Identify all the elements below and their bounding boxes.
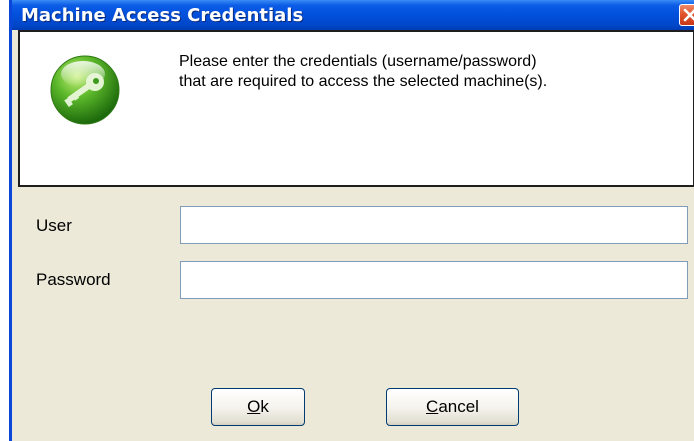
cancel-button-label: ancel <box>438 397 479 416</box>
cancel-button[interactable]: Cancel <box>386 388 519 426</box>
password-label: Password <box>36 270 111 289</box>
title-bar[interactable]: Machine Access Credentials <box>12 0 694 30</box>
header-message: Please enter the credentials (username/p… <box>179 52 689 92</box>
ok-button-label: k <box>260 397 269 416</box>
close-button[interactable] <box>679 4 694 26</box>
close-icon <box>683 8 694 22</box>
password-input[interactable] <box>180 261 688 299</box>
key-icon <box>50 55 120 125</box>
ok-button-mnemonic: O <box>247 397 261 416</box>
header-message-line-2: that are required to access the selected… <box>179 73 548 90</box>
header-message-line-1: Please enter the credentials (username/p… <box>179 53 537 70</box>
window-title: Machine Access Credentials <box>21 5 304 26</box>
ok-button[interactable]: Ok <box>211 388 305 426</box>
dialog-window: Machine Access Credentials Please enter … <box>9 0 694 441</box>
cancel-button-mnemonic: C <box>426 397 439 416</box>
header-panel: Please enter the credentials (username/p… <box>18 30 694 187</box>
user-input[interactable] <box>180 206 688 244</box>
user-label: User <box>36 216 72 235</box>
